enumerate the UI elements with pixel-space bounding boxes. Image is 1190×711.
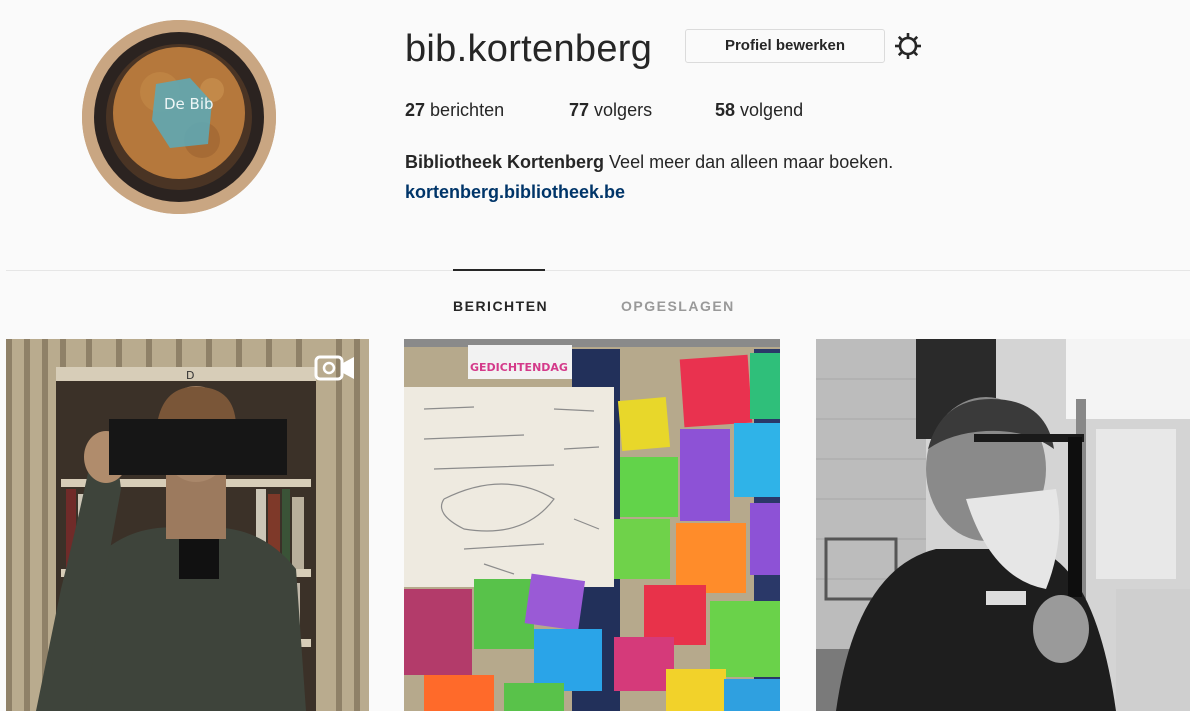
tabs-divider <box>6 270 1190 271</box>
avatar-image: De Bib <box>82 20 276 214</box>
post-image: GEDICHTENDAG <box>404 339 780 711</box>
active-tab-indicator <box>453 269 545 271</box>
full-name: Bibliotheek Kortenberg <box>405 152 605 172</box>
tab-posts[interactable]: BERICHTEN <box>453 297 548 315</box>
posts-count: 27 <box>405 100 426 120</box>
banner-text: GEDICHTENDAG <box>470 361 568 374</box>
website-link[interactable]: kortenberg.bibliotheek.be <box>405 179 625 205</box>
profile-header: De Bib bib.kortenberg Profiel bewerken 2… <box>0 0 1190 270</box>
post-thumbnail[interactable]: D <box>6 339 369 711</box>
post-thumbnail[interactable] <box>816 339 1190 711</box>
edit-profile-button[interactable]: Profiel bewerken <box>685 29 885 63</box>
shelf-label: D <box>186 369 194 382</box>
followers-count: 77 <box>569 100 590 120</box>
following-count: 58 <box>715 100 736 120</box>
stat-following[interactable]: 58 volgend <box>715 97 803 123</box>
stat-followers[interactable]: 77 volgers <box>569 97 652 123</box>
post-thumbnail[interactable]: GEDICHTENDAG <box>404 339 780 711</box>
post-image: D <box>6 339 369 711</box>
username: bib.kortenberg <box>405 28 653 70</box>
tab-saved[interactable]: OPGESLAGEN <box>621 297 735 315</box>
avatar[interactable]: De Bib <box>82 20 276 214</box>
posts-label: berichten <box>430 100 505 120</box>
bio-text: Veel meer dan alleen maar boeken. <box>609 152 894 172</box>
followers-label: volgers <box>594 100 653 120</box>
stat-posts: 27 berichten <box>405 97 504 123</box>
following-label: volgend <box>740 100 804 120</box>
gear-icon[interactable] <box>893 31 923 61</box>
post-image <box>816 339 1190 711</box>
bio: Bibliotheek Kortenberg Veel meer dan all… <box>405 149 893 175</box>
avatar-text: De Bib <box>164 95 214 113</box>
